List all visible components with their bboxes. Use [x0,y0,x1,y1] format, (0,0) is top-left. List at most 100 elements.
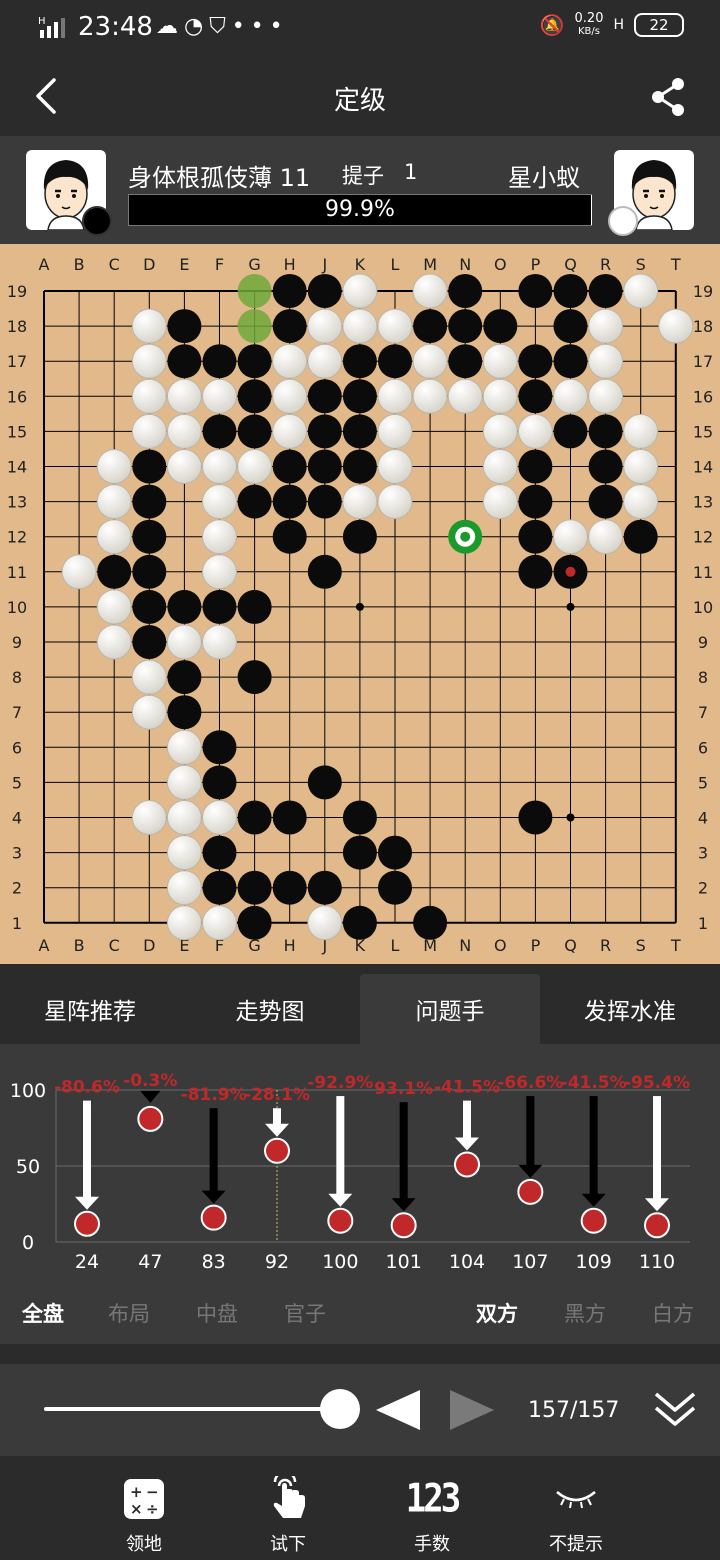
black-stone[interactable] [483,309,518,344]
white-stone[interactable] [553,378,588,414]
black-stone[interactable] [237,660,272,695]
black-stone[interactable] [518,344,553,379]
black-stone[interactable] [132,449,167,484]
white-stone[interactable] [166,835,202,871]
white-stone[interactable] [131,694,167,730]
black-stone[interactable] [307,554,342,589]
black-stone[interactable] [167,695,202,730]
white-stone[interactable] [202,484,237,520]
black-stone[interactable] [342,905,377,940]
filter-whole-game[interactable]: 全盘 [22,1298,64,1328]
white-stone[interactable] [166,729,202,765]
black-stone[interactable] [272,519,307,554]
white-stone[interactable] [412,343,448,379]
black-stone[interactable] [623,519,658,554]
black-stone[interactable] [202,589,237,624]
tab-performance[interactable]: 发挥水准 [540,974,720,1044]
move-number-label[interactable]: 92 [265,1251,289,1273]
problem-move-point[interactable] [390,1212,417,1239]
black-stone[interactable] [378,870,412,905]
white-stone[interactable] [202,800,237,835]
white-player-avatar[interactable] [608,150,694,236]
white-stone[interactable] [272,343,308,379]
black-stone[interactable] [237,870,272,905]
black-stone[interactable] [342,835,377,870]
black-stone[interactable] [272,274,307,308]
black-stone[interactable] [237,905,272,940]
black-stone[interactable] [553,344,588,379]
white-stone[interactable] [412,273,448,309]
white-stone[interactable] [412,378,448,414]
black-player-avatar[interactable] [26,150,112,236]
hint-marker[interactable] [237,274,272,308]
problem-move-point[interactable] [137,1105,164,1132]
problem-move-point[interactable] [644,1212,670,1239]
problem-move-point[interactable] [200,1204,227,1231]
black-stone[interactable] [518,519,553,554]
white-stone[interactable] [307,343,343,379]
black-stone[interactable] [167,660,202,695]
white-stone[interactable] [623,484,659,520]
black-stone[interactable] [518,484,553,519]
black-stone[interactable] [448,309,483,344]
black-stone[interactable] [342,519,377,554]
black-stone[interactable] [167,309,202,344]
move-number-label[interactable]: 110 [639,1251,675,1273]
white-stone[interactable] [377,449,413,484]
black-stone[interactable] [342,449,377,484]
white-stone[interactable] [623,413,659,449]
problem-move-point[interactable] [264,1137,290,1164]
black-stone[interactable] [588,414,623,449]
black-stone[interactable] [342,344,377,379]
white-stone[interactable] [377,484,413,520]
problem-moves-chart-svg[interactable]: 100 50 0 -80.6% 24 -0.3% 47 -81.9% 83 -28.1% 92 -92… [0,1044,720,1284]
white-stone[interactable] [96,449,132,484]
black-stone[interactable] [237,379,272,414]
white-stone[interactable] [377,308,413,344]
black-stone[interactable] [518,554,553,589]
go-board[interactable]: A A B B C C D D E E F F G G H H J J K K L L M M N N O O P P Q Q R R S S T T 19… [0,244,720,964]
black-stone[interactable] [413,309,448,344]
white-stone[interactable] [131,343,167,379]
black-stone[interactable] [307,484,342,519]
black-stone[interactable] [588,274,623,308]
filter-endgame[interactable]: 官子 [284,1298,326,1328]
white-stone[interactable] [166,870,202,906]
black-stone[interactable] [518,800,553,835]
white-stone[interactable] [202,624,237,660]
black-stone[interactable] [132,625,167,659]
black-stone[interactable] [237,344,272,379]
black-stone[interactable] [342,379,377,414]
hint-marker[interactable] [237,309,272,344]
filter-middle-game[interactable]: 中盘 [196,1298,238,1328]
white-stone[interactable] [96,519,132,555]
black-stone[interactable] [378,344,412,379]
white-stone[interactable] [623,273,659,309]
black-stone[interactable] [342,800,377,835]
try-move-button[interactable]: 试下 [238,1474,338,1556]
white-stone[interactable] [517,413,553,449]
white-stone[interactable] [166,449,202,484]
black-stone[interactable] [132,554,167,589]
move-number-label[interactable]: 47 [138,1251,162,1273]
white-stone[interactable] [202,905,237,941]
move-number-label[interactable]: 101 [386,1251,422,1273]
white-stone[interactable] [237,449,273,484]
black-stone[interactable] [413,905,448,940]
black-stone[interactable] [553,309,588,344]
filter-white-side[interactable]: 白方 [652,1298,694,1328]
white-stone[interactable] [377,413,413,449]
black-stone[interactable] [202,835,237,870]
white-stone[interactable] [272,378,308,414]
black-stone[interactable] [307,449,342,484]
problem-move-point[interactable] [74,1210,100,1237]
white-stone[interactable] [342,308,378,344]
black-stone[interactable] [272,870,307,905]
black-stone[interactable] [588,449,623,484]
territory-button[interactable]: + − × ÷ 领地 [94,1474,194,1556]
white-stone[interactable] [377,378,413,414]
black-stone[interactable] [132,589,167,624]
white-stone[interactable] [131,413,167,449]
black-stone[interactable] [237,589,272,624]
white-stone[interactable] [166,413,202,449]
